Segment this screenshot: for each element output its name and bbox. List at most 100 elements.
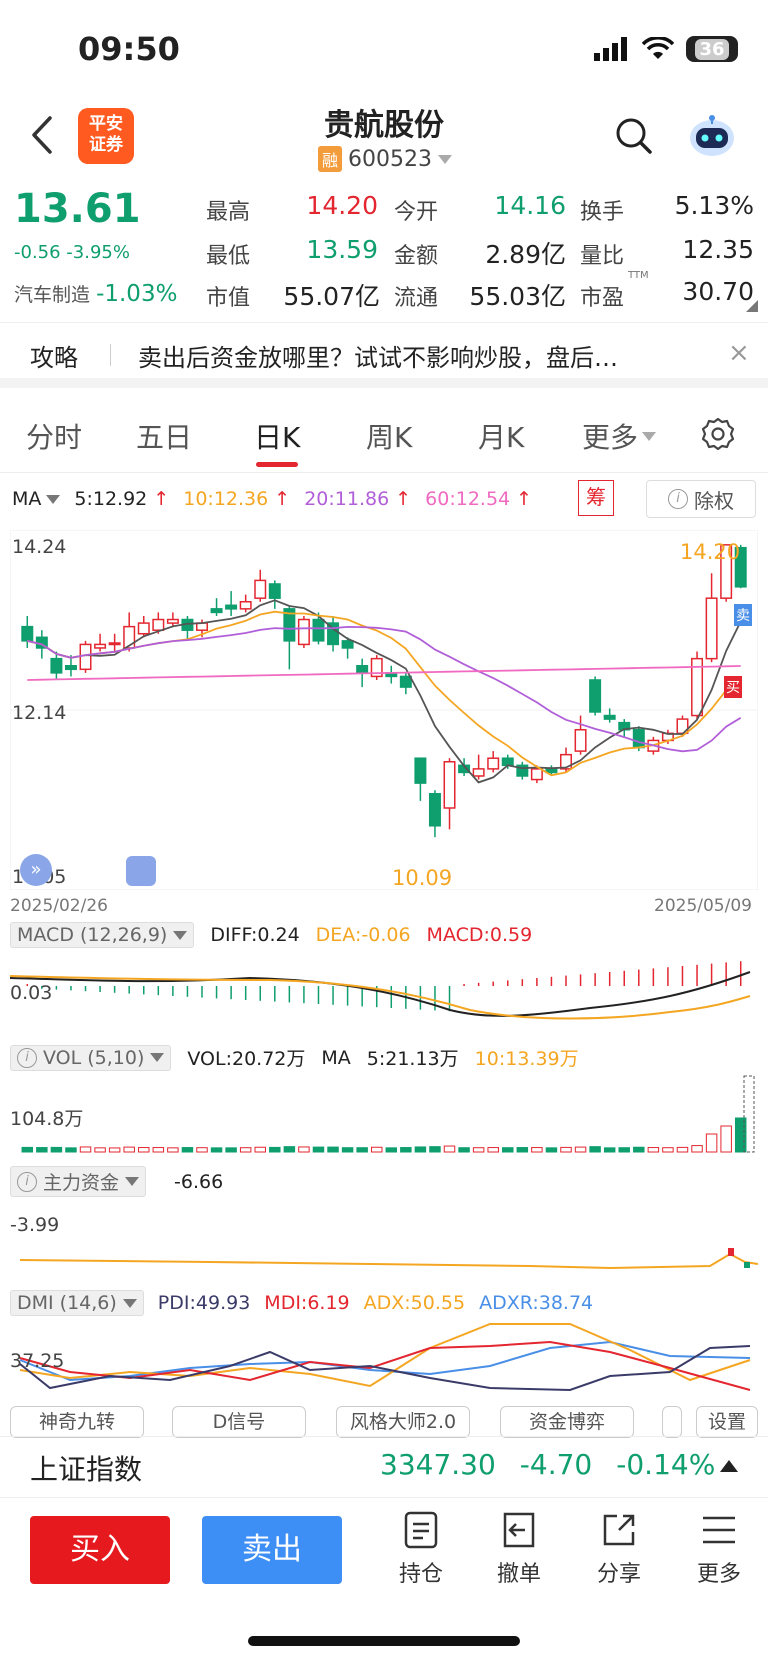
- robot-assistant-icon[interactable]: [686, 112, 738, 160]
- adxr-value: ADXR:38.74: [479, 1292, 594, 1314]
- y-axis-mid: 12.14: [12, 702, 67, 724]
- candle-body: [50, 657, 63, 674]
- pill-settings[interactable]: 设置: [696, 1406, 758, 1438]
- candle-body: [399, 675, 412, 688]
- price-change: -0.56 -3.95%: [14, 242, 130, 263]
- candle-body: [530, 768, 543, 781]
- ex-rights-button[interactable]: i 除权: [646, 480, 756, 518]
- turnover-label: 换手: [580, 200, 625, 225]
- volume-bar: [443, 1145, 456, 1153]
- fund-flow-chart: [19, 1248, 758, 1270]
- info-icon: i: [668, 489, 688, 509]
- tab-monthly-k[interactable]: 月K: [478, 416, 524, 456]
- expand-corner-icon[interactable]: [746, 300, 758, 312]
- tab-intraday[interactable]: 分时: [26, 416, 82, 456]
- pill-fund-game[interactable]: 资金博弈: [500, 1406, 634, 1438]
- candlestick-chart[interactable]: [10, 530, 758, 890]
- market-cap-value: 55.07亿: [283, 282, 380, 311]
- y-axis-top: 14.24: [12, 536, 67, 558]
- ma20-value: 20:11.86 ↑: [304, 488, 412, 510]
- tab-daily-k[interactable]: 日K: [254, 416, 300, 456]
- pill-style-master[interactable]: 风格大师2.0: [336, 1406, 470, 1438]
- promo-tag: 攻略: [30, 344, 78, 372]
- sell-button[interactable]: 卖出: [202, 1516, 342, 1584]
- candle-body: [254, 579, 267, 599]
- pe-label: 市盈: [580, 286, 625, 311]
- stock-code-selector[interactable]: 融 600523: [318, 146, 452, 172]
- stock-code: 600523: [348, 146, 432, 172]
- search-icon[interactable]: [614, 116, 654, 156]
- share-button[interactable]: 分享: [584, 1510, 654, 1588]
- pill-more[interactable]: [662, 1406, 682, 1438]
- active-tab-indicator: [256, 462, 298, 467]
- vol-ma-label: MA: [321, 1046, 351, 1069]
- promo-text[interactable]: 卖出后资金放哪里？试试不影响炒股，盘后…: [138, 338, 618, 373]
- index-change: -4.70: [519, 1448, 593, 1481]
- candle-body: [472, 768, 485, 777]
- pe-ttm-label: TTM: [628, 270, 649, 281]
- buy-button[interactable]: 买入: [30, 1516, 170, 1584]
- fund-selector[interactable]: i 主力资金: [10, 1166, 147, 1197]
- fullscreen-icon[interactable]: [126, 856, 156, 886]
- amount-label: 金额: [394, 244, 439, 269]
- high-price-label: 14.20: [680, 540, 741, 564]
- candle-body: [487, 757, 500, 770]
- macd-selector[interactable]: MACD (12,26,9): [10, 922, 195, 948]
- index-name: 上证指数: [30, 1453, 143, 1486]
- holdings-icon: [404, 1511, 438, 1549]
- volume-bar: [502, 1147, 514, 1153]
- volume-bar: [239, 1147, 252, 1153]
- volume-bar: [65, 1147, 77, 1153]
- fast-forward-icon[interactable]: »: [20, 854, 52, 886]
- volume-bar: [21, 1146, 34, 1153]
- chart-settings-icon[interactable]: [700, 416, 736, 452]
- cancel-order-button[interactable]: 撤单: [484, 1510, 554, 1588]
- chevron-up-icon[interactable]: [720, 1458, 738, 1472]
- index-pct: -0.14%: [616, 1448, 716, 1481]
- share-icon: [603, 1514, 635, 1546]
- candle-body: [152, 618, 165, 631]
- candle-body: [705, 597, 718, 660]
- volume-bar: [283, 1146, 296, 1153]
- cancel-order-icon: [503, 1512, 535, 1548]
- candle-body: [225, 604, 238, 610]
- volume-bar: [356, 1147, 368, 1153]
- date-end: 2025/05/09: [654, 896, 752, 916]
- holdings-button[interactable]: 持仓: [386, 1510, 456, 1588]
- volume-bar: [94, 1147, 106, 1153]
- volume-bar: [298, 1146, 310, 1153]
- vol-selector[interactable]: i VOL (5,10): [10, 1044, 172, 1071]
- tab-more[interactable]: 更多: [582, 416, 657, 456]
- volume-bar: [618, 1147, 630, 1153]
- more-button[interactable]: 更多: [684, 1510, 754, 1588]
- macd-axis: 0.03: [10, 982, 53, 1004]
- chip-distribution-button[interactable]: 筹: [578, 480, 614, 516]
- buy-marker: 买: [724, 676, 742, 698]
- tab-five-day[interactable]: 五日: [136, 416, 192, 456]
- volume-bar: [662, 1147, 674, 1153]
- close-icon[interactable]: ×: [728, 338, 750, 368]
- dmi-selector[interactable]: DMI (14,6): [10, 1290, 144, 1316]
- turnover-value: 5.13%: [674, 191, 754, 220]
- margin-badge: 融: [318, 146, 343, 172]
- market-cap-label: 市值: [206, 286, 251, 311]
- volume-bar: [647, 1147, 660, 1153]
- candle-body: [356, 665, 369, 674]
- volume-bar: [123, 1146, 135, 1153]
- volume-bar: [676, 1146, 689, 1153]
- volume-bar: [560, 1146, 572, 1153]
- volume-ratio-value: 12.35: [682, 235, 754, 264]
- volume-bar: [633, 1146, 645, 1153]
- candle-body: [64, 665, 77, 671]
- candle-body: [312, 618, 325, 642]
- chevron-down-icon: [122, 1298, 137, 1308]
- info-icon: i: [17, 1171, 37, 1192]
- candle-body: [632, 729, 645, 749]
- tab-weekly-k[interactable]: 周K: [366, 416, 412, 456]
- sector-change[interactable]: 汽车制造 -1.03%: [14, 280, 177, 307]
- pill-magic-nine[interactable]: 神奇九转: [10, 1406, 144, 1438]
- ma-legend[interactable]: MA 5:12.92 ↑ 10:12.36 ↑ 20:11.86 ↑ 60:12…: [12, 488, 532, 510]
- mdi-value: MDI:6.19: [264, 1292, 350, 1314]
- ma-selector[interactable]: MA: [12, 488, 61, 510]
- pill-d-signal[interactable]: D信号: [172, 1406, 306, 1438]
